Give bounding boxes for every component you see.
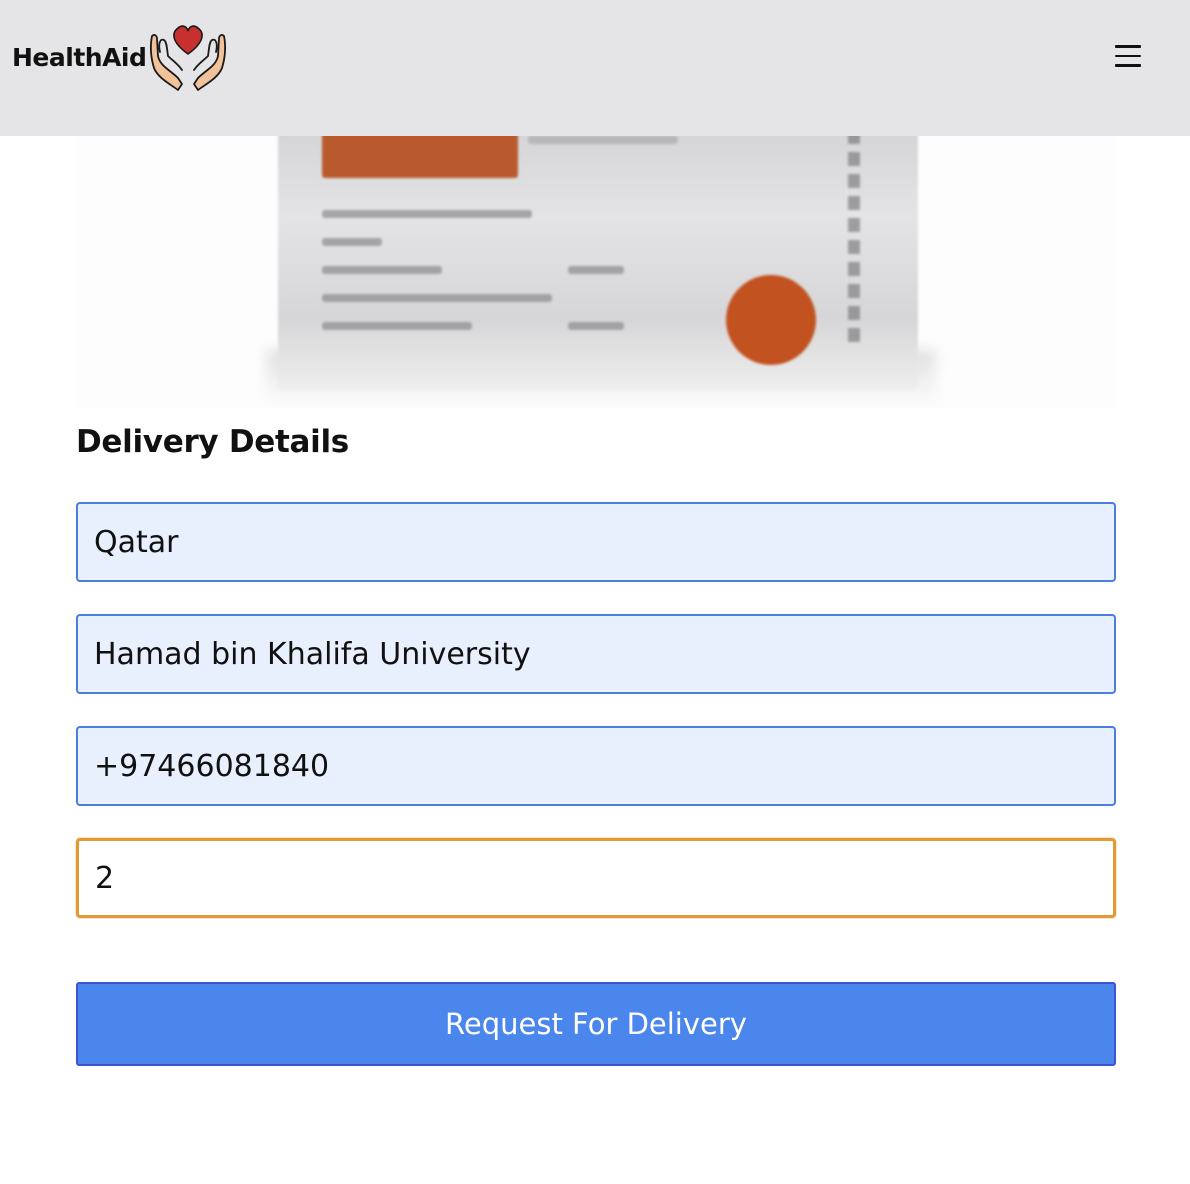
product-image bbox=[76, 100, 1116, 408]
pack-text-line bbox=[322, 294, 552, 302]
quantity-field[interactable] bbox=[76, 838, 1116, 918]
country-field[interactable] bbox=[76, 502, 1116, 582]
menu-bar bbox=[1115, 64, 1141, 67]
pack-text-line bbox=[322, 238, 382, 246]
menu-bar bbox=[1115, 45, 1141, 48]
pack-text-line bbox=[322, 210, 532, 218]
hamburger-menu-icon[interactable] bbox=[1110, 38, 1146, 74]
phone-field[interactable] bbox=[76, 726, 1116, 806]
pack-text-line bbox=[322, 322, 472, 330]
pack-side-text bbox=[848, 130, 860, 350]
pack-text-line bbox=[528, 136, 678, 144]
pack-text-line bbox=[568, 266, 624, 274]
top-navbar: HealthAid bbox=[0, 0, 1190, 136]
pack-orange-graphic bbox=[726, 275, 816, 365]
page: HealthAid Delivery Details Qatar Hamad b… bbox=[0, 0, 1190, 1184]
delivery-details-title: Delivery Details bbox=[76, 424, 349, 460]
brand-name: HealthAid bbox=[12, 42, 147, 72]
brand-logo-link[interactable]: HealthAid bbox=[12, 22, 228, 92]
menu-bar bbox=[1115, 54, 1141, 58]
pack-text-line bbox=[322, 266, 442, 274]
heart-in-hands-icon bbox=[150, 25, 227, 91]
pack-text-line bbox=[568, 322, 624, 330]
request-delivery-button[interactable]: Request For Delivery bbox=[76, 982, 1116, 1066]
medicine-pack-image bbox=[278, 100, 918, 390]
address-field[interactable] bbox=[76, 614, 1116, 694]
